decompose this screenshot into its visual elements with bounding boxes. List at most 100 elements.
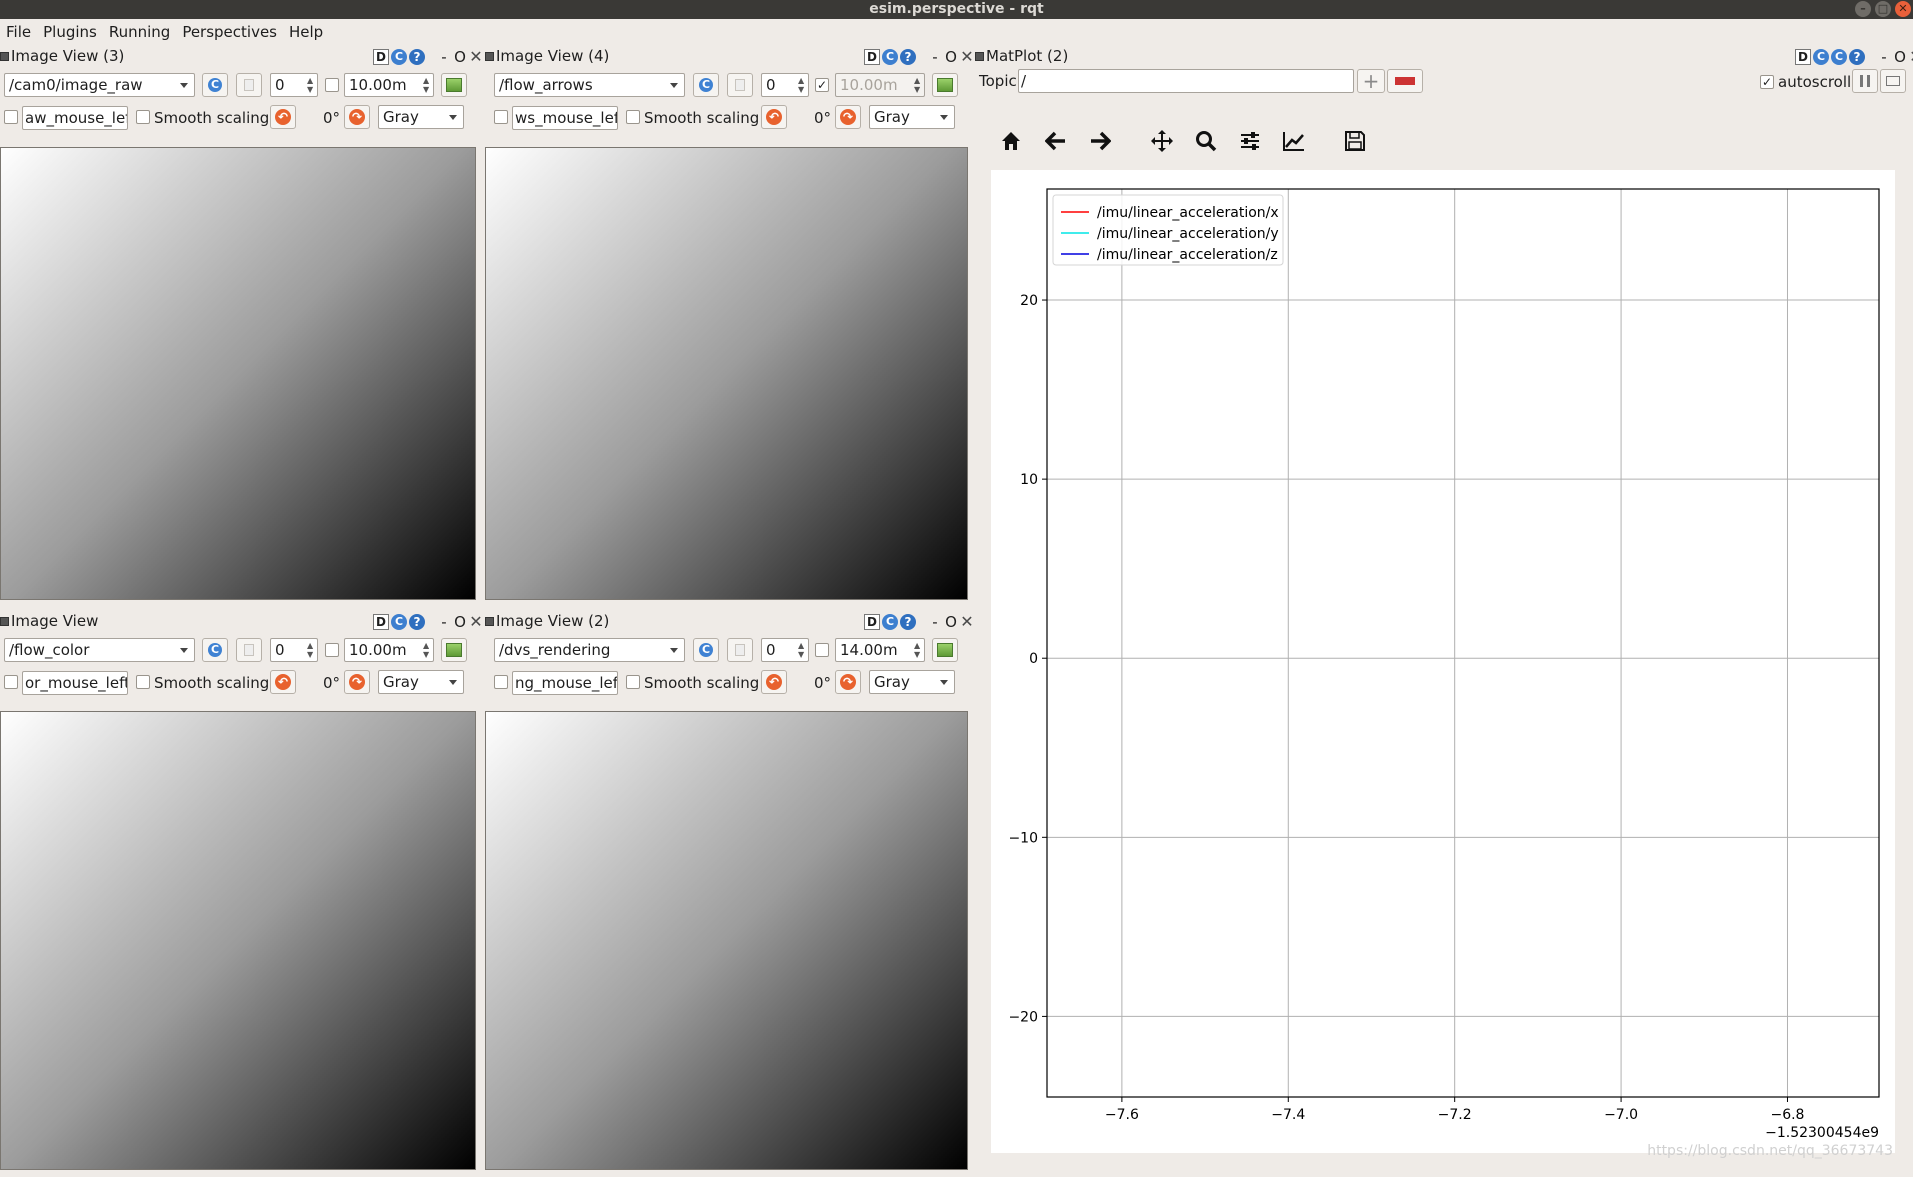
mouse-topic-field[interactable]: aw_mouse_left xyxy=(22,106,128,130)
mouse-topic-field[interactable]: ng_mouse_left xyxy=(512,671,618,695)
num-gridlines-spinbox[interactable]: 0 ▲ ▼ xyxy=(270,73,318,97)
home-icon[interactable] xyxy=(996,126,1026,156)
reload-icon[interactable]: C xyxy=(1813,48,1829,65)
topic-combo[interactable]: /dvs_rendering xyxy=(494,638,685,662)
smooth-scaling-checkbox[interactable] xyxy=(626,110,640,124)
forward-arrow-icon[interactable] xyxy=(1085,126,1115,156)
clear-button[interactable] xyxy=(1880,69,1906,93)
dock-d-button[interactable]: D xyxy=(373,48,389,65)
help-icon[interactable]: ? xyxy=(1849,48,1865,65)
reload-icon[interactable]: C xyxy=(391,48,407,65)
menu-plugins[interactable]: Plugins xyxy=(37,23,103,41)
save-image-button[interactable] xyxy=(932,638,958,662)
save-image-button[interactable] xyxy=(441,73,467,97)
add-topic-button[interactable]: + xyxy=(1357,69,1385,93)
dock-d-button[interactable]: D xyxy=(864,48,880,65)
menu-perspectives[interactable]: Perspectives xyxy=(176,23,283,41)
configure-subplots-icon[interactable] xyxy=(1235,126,1265,156)
float-dock-button[interactable]: O xyxy=(1893,48,1907,66)
mouse-topic-field[interactable]: or_mouse_left xyxy=(22,671,128,695)
fps-spinbox[interactable]: 10.00m ▲ ▼ xyxy=(344,73,434,97)
minimize-dock-button[interactable]: - xyxy=(437,48,451,66)
smooth-scaling-checkbox[interactable] xyxy=(136,110,150,124)
image-display[interactable] xyxy=(0,147,476,600)
zoom-icon[interactable] xyxy=(1191,126,1221,156)
save-image-button[interactable] xyxy=(441,638,467,662)
colormap-combo[interactable]: Gray xyxy=(869,105,955,129)
fps-spinbox[interactable]: 14.00m ▲ ▼ xyxy=(835,638,925,662)
edit-curves-icon[interactable] xyxy=(1279,126,1309,156)
smooth-scaling-checkbox[interactable] xyxy=(626,675,640,689)
minimize-dock-button[interactable]: - xyxy=(928,613,942,631)
autoscroll-checkbox[interactable]: ✓ xyxy=(1760,75,1774,89)
help-icon[interactable]: ? xyxy=(409,48,425,65)
menu-running[interactable]: Running xyxy=(103,23,176,41)
publish-click-checkbox[interactable] xyxy=(4,110,18,124)
close-dock-icon[interactable]: ✕ xyxy=(1909,47,1913,66)
close-dock-icon[interactable]: ✕ xyxy=(469,612,483,631)
image-display[interactable] xyxy=(0,711,476,1170)
rotate-left-button[interactable]: ↶ xyxy=(270,105,296,129)
fps-spinbox[interactable]: 10.00m ▲ ▼ xyxy=(835,73,925,97)
plot-canvas[interactable]: −7.6 −7.4 −7.2 −7.0 −6.8 20 10 0 −10 −20 −1.523004… xyxy=(991,170,1895,1153)
minimize-button[interactable]: – xyxy=(1855,1,1871,17)
rotate-right-button[interactable]: ↷ xyxy=(835,670,861,694)
menu-file[interactable]: File xyxy=(0,23,37,41)
fps-checkbox[interactable] xyxy=(325,78,339,92)
float-dock-button[interactable]: O xyxy=(453,613,467,631)
refresh-topics-button[interactable]: C xyxy=(202,73,228,97)
num-gridlines-spinbox[interactable]: 0 ▲ ▼ xyxy=(270,638,318,662)
colormap-combo[interactable]: Gray xyxy=(869,670,955,694)
line-chart[interactable]: −7.6 −7.4 −7.2 −7.0 −6.8 20 10 0 −10 −20 −1.523004… xyxy=(991,170,1895,1153)
minimize-dock-button[interactable]: - xyxy=(437,613,451,631)
maximize-button[interactable]: □ xyxy=(1875,1,1891,17)
minimize-dock-button[interactable]: - xyxy=(1877,48,1891,66)
rotate-left-button[interactable]: ↶ xyxy=(270,670,296,694)
dock-d-button[interactable]: D xyxy=(373,613,389,630)
rotate-right-button[interactable]: ↷ xyxy=(344,670,370,694)
rotate-right-button[interactable]: ↷ xyxy=(835,105,861,129)
refresh-topics-button[interactable]: C xyxy=(693,73,719,97)
topic-input[interactable]: / xyxy=(1018,69,1354,93)
fps-spinbox[interactable]: 10.00m ▲ ▼ xyxy=(344,638,434,662)
refresh-topics-button[interactable]: C xyxy=(693,638,719,662)
colormap-combo[interactable]: Gray xyxy=(378,670,464,694)
num-gridlines-spinbox[interactable]: 0 ▲ ▼ xyxy=(761,638,809,662)
mouse-topic-field[interactable]: ws_mouse_left xyxy=(512,106,618,130)
topic-combo[interactable]: /flow_arrows xyxy=(494,73,685,97)
num-gridlines-spinbox[interactable]: 0 ▲ ▼ xyxy=(761,73,809,97)
reload-icon[interactable]: C xyxy=(882,613,898,630)
help-icon[interactable]: ? xyxy=(409,613,425,630)
remove-topic-button[interactable]: − xyxy=(1387,69,1423,93)
menu-help[interactable]: Help xyxy=(283,23,329,41)
image-display[interactable] xyxy=(485,711,968,1170)
close-dock-icon[interactable]: ✕ xyxy=(960,612,974,631)
topic-combo[interactable]: /cam0/image_raw xyxy=(4,73,195,97)
rotate-right-button[interactable]: ↷ xyxy=(344,105,370,129)
fps-checkbox[interactable] xyxy=(325,643,339,657)
refresh-topics-button[interactable]: C xyxy=(202,638,228,662)
rotate-left-button[interactable]: ↶ xyxy=(761,670,787,694)
pan-icon[interactable] xyxy=(1147,126,1177,156)
image-display[interactable] xyxy=(485,147,968,600)
float-dock-button[interactable]: O xyxy=(944,613,958,631)
dock-d-button[interactable]: D xyxy=(1795,48,1811,65)
publish-click-checkbox[interactable] xyxy=(4,675,18,689)
reload-icon[interactable]: C xyxy=(1831,48,1847,65)
colormap-combo[interactable]: Gray xyxy=(378,105,464,129)
close-window-button[interactable]: ✕ xyxy=(1895,1,1911,17)
help-icon[interactable]: ? xyxy=(900,613,916,630)
back-arrow-icon[interactable] xyxy=(1041,126,1071,156)
topic-combo[interactable]: /flow_color xyxy=(4,638,195,662)
dock-d-button[interactable]: D xyxy=(864,613,880,630)
publish-click-checkbox[interactable] xyxy=(494,675,508,689)
help-icon[interactable]: ? xyxy=(900,48,916,65)
rotate-left-button[interactable]: ↶ xyxy=(761,105,787,129)
float-dock-button[interactable]: O xyxy=(453,48,467,66)
save-image-button[interactable] xyxy=(932,73,958,97)
publish-click-checkbox[interactable] xyxy=(494,110,508,124)
minimize-dock-button[interactable]: - xyxy=(928,48,942,66)
float-dock-button[interactable]: O xyxy=(944,48,958,66)
save-icon[interactable] xyxy=(1340,126,1370,156)
fps-checkbox[interactable]: ✓ xyxy=(815,78,829,92)
